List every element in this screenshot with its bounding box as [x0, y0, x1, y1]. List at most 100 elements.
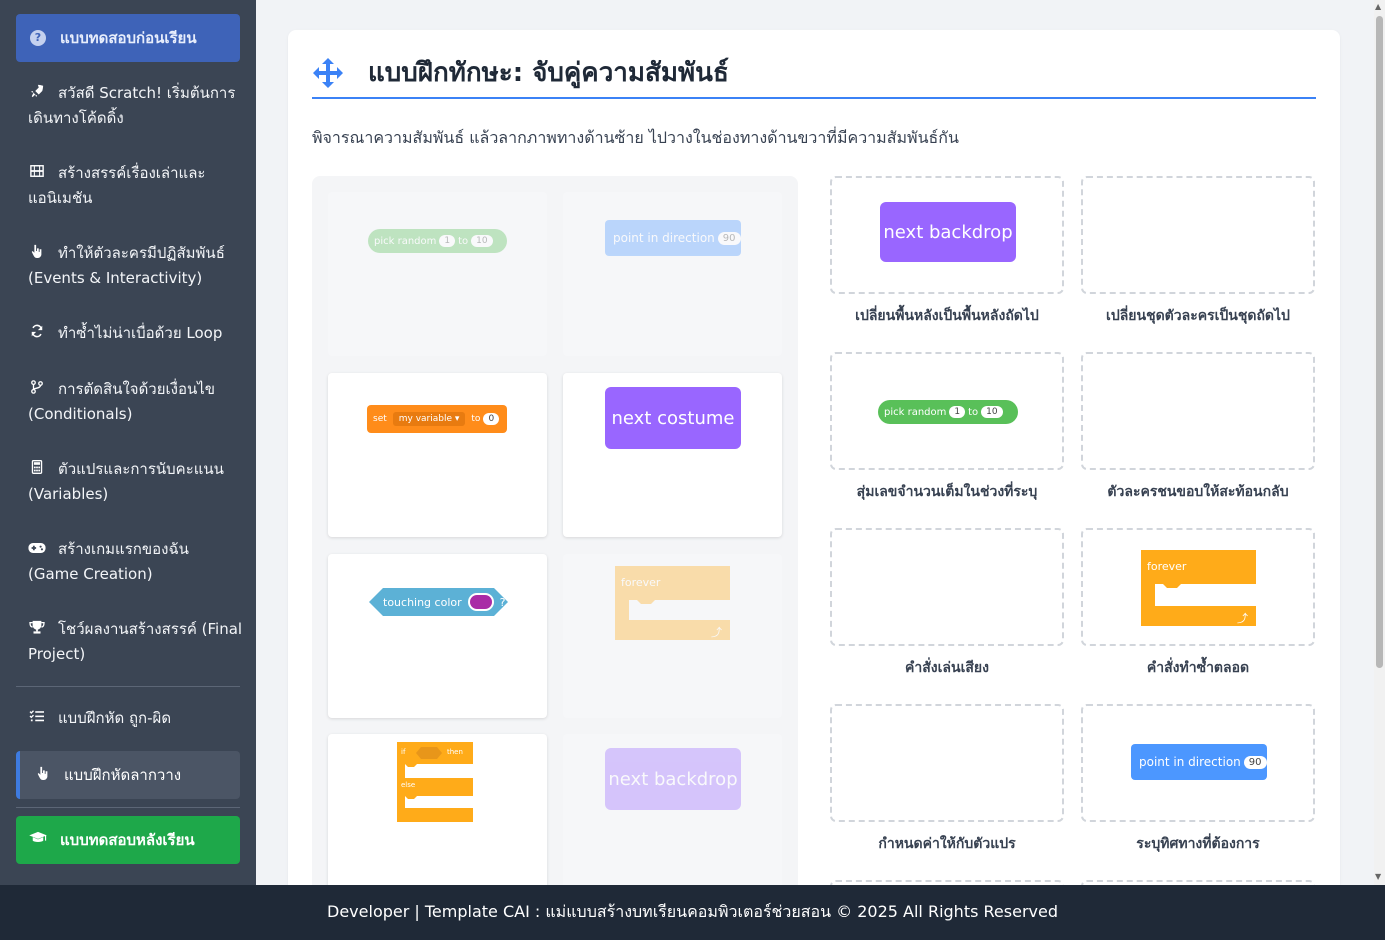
block-text: set [373, 414, 387, 424]
source-slot-if-else[interactable]: if then else [328, 734, 547, 898]
block-value: 90 [1243, 755, 1267, 769]
sidebar-item-label: การตัดสินใจด้วยเงื่อนไข (Conditionals) [28, 380, 216, 423]
pick-random-block[interactable]: pick random 1 to 10 [878, 400, 1018, 424]
page-scrollbar[interactable]: ▲ ▼ [1374, 0, 1385, 885]
block-text: to [471, 414, 481, 424]
repeat-icon [28, 322, 46, 346]
sidebar-divider [16, 686, 240, 687]
branch-icon [28, 378, 46, 402]
sidebar-item-lesson-4[interactable]: ทำซ้ำไม่น่าเบื่อด้วย Loop [28, 321, 243, 346]
block-text: point in direction [1139, 755, 1241, 769]
graduation-cap-icon [28, 831, 48, 849]
point-direction-block: point in direction 90 [605, 220, 741, 256]
page-title: แบบฝึกทักษะ: จับคู่ความสัมพันธ์ [368, 58, 729, 88]
block-text: if [401, 748, 406, 756]
drop-zone-4[interactable] [1081, 352, 1315, 470]
block-text: to [458, 235, 469, 247]
drop-zone-3[interactable]: pick random 1 to 10 [830, 352, 1064, 470]
rocket-icon [28, 82, 46, 106]
arrows-move-icon [312, 57, 344, 89]
pointer-icon [28, 242, 46, 266]
title-row: แบบฝึกทักษะ: จับคู่ความสัมพันธ์ [312, 52, 729, 93]
next-backdrop-block: next backdrop [605, 748, 741, 810]
source-slot-point-direction: point in direction 90 [563, 192, 782, 356]
loop-arrow-icon: ⤴ [1237, 612, 1248, 625]
block-text: touching color [383, 595, 462, 609]
exercise-card: แบบฝึกทักษะ: จับคู่ความสัมพันธ์ พิจารณาค… [288, 30, 1340, 936]
sidebar-item-lesson-7[interactable]: สร้างเกมแรกของฉัน (Game Creation) [28, 537, 243, 586]
sidebar-item-lesson-1[interactable]: สวัสดี Scratch! เริ่มต้นการเดินทางโค้ดดิ… [28, 81, 243, 130]
drop-zone-label: ระบุทิศทางที่ต้องการ [1136, 836, 1260, 852]
scroll-up-icon[interactable]: ▲ [1375, 2, 1381, 11]
block-text: forever [621, 576, 661, 589]
sidebar-item-lesson-6[interactable]: ตัวแปรและการนับคะแนน (Variables) [28, 457, 243, 506]
block-text: ? [499, 595, 506, 609]
next-backdrop-block[interactable]: next backdrop [880, 202, 1016, 262]
source-slot-pick-random: pick random 1 to 10 [328, 192, 547, 356]
list-check-icon [28, 707, 46, 731]
source-slot-forever: forever ⤴ [563, 554, 782, 718]
trophy-icon [28, 618, 46, 642]
block-text: point in direction [613, 231, 715, 245]
block-value: 90 [717, 231, 741, 245]
sidebar-item-lesson-2[interactable]: สร้างสรรค์เรื่องเล่าและแอนิเมชัน [28, 161, 243, 210]
sidebar-item-label: แบบฝึกหัด ถูก-ผิด [58, 709, 172, 727]
pre-test-button[interactable]: ? แบบทดสอบก่อนเรียน [16, 14, 240, 62]
drop-zone-6[interactable]: forever ⤴ [1081, 528, 1315, 646]
drop-zone-2[interactable] [1081, 176, 1315, 294]
source-panel: pick random 1 to 10 point in direction 9… [312, 176, 798, 936]
sidebar-item-label: สวัสดี Scratch! เริ่มต้นการเดินทางโค้ดดิ… [28, 84, 236, 127]
question-icon: ? [30, 30, 46, 46]
pointer-icon [34, 766, 52, 784]
forever-block[interactable]: forever ⤴ [1141, 550, 1256, 626]
post-test-label: แบบทดสอบหลังเรียน [60, 831, 195, 849]
scrollbar-thumb[interactable] [1376, 16, 1383, 668]
block-text: else [401, 781, 416, 789]
source-slot-touching-color[interactable]: touching color ? [328, 554, 547, 718]
sidebar-item-label: ทำให้ตัวละครมีปฏิสัมพันธ์ (Events & Inte… [28, 244, 225, 287]
loop-arrow-icon: ⤴ [711, 626, 722, 639]
set-variable-block[interactable]: set my variable ▾ to 0 [367, 405, 507, 433]
if-else-block[interactable]: if then else [397, 742, 473, 822]
source-slot-next-costume[interactable]: next costume [563, 373, 782, 537]
sidebar-item-lesson-5[interactable]: การตัดสินใจด้วยเงื่อนไข (Conditionals) [28, 377, 243, 426]
sidebar-item-label: สร้างสรรค์เรื่องเล่าและแอนิเมชัน [28, 164, 206, 207]
drop-zone-label: กำหนดค่าให้กับตัวแปร [878, 836, 1016, 852]
sidebar-item-true-false[interactable]: แบบฝึกหัด ถูก-ผิด [28, 706, 243, 731]
block-text: forever [1147, 560, 1187, 573]
title-underline [312, 97, 1316, 99]
sidebar-item-lesson-3[interactable]: ทำให้ตัวละครมีปฏิสัมพันธ์ (Events & Inte… [28, 241, 243, 290]
drop-zone-label: คำสั่งทำซ้ำตลอด [1146, 660, 1250, 676]
post-test-button[interactable]: แบบทดสอบหลังเรียน [16, 816, 240, 864]
drop-zone-label: เปลี่ยนชุดตัวละครเป็นชุดถัดไป [1106, 308, 1290, 324]
drop-zone-8[interactable]: point in direction 90 [1081, 704, 1315, 822]
drop-zone-7[interactable] [830, 704, 1064, 822]
point-direction-block[interactable]: point in direction 90 [1131, 744, 1267, 780]
sidebar-divider [16, 807, 240, 808]
block-value: 10 [471, 235, 493, 247]
variable-dropdown: my variable ▾ [392, 412, 466, 426]
source-slot-set-variable[interactable]: set my variable ▾ to 0 [328, 373, 547, 537]
drop-zone-5[interactable] [830, 528, 1064, 646]
instruction-text: พิจารณาความสัมพันธ์ แล้วลากภาพทางด้านซ้า… [312, 128, 959, 147]
calculator-icon [28, 458, 46, 482]
drop-zone-1[interactable]: next backdrop [830, 176, 1064, 294]
block-text: pick random [374, 235, 437, 247]
sidebar-item-label: ตัวแปรและการนับคะแนน (Variables) [28, 460, 224, 503]
next-costume-block[interactable]: next costume [605, 387, 741, 449]
block-value: 0 [483, 413, 500, 425]
pick-random-block: pick random 1 to 10 [368, 229, 507, 253]
sidebar-item-drag-drop[interactable]: แบบฝึกหัดลากวาง [16, 751, 240, 799]
pre-test-label: แบบทดสอบก่อนเรียน [60, 29, 197, 47]
sidebar-item-label: ทำซ้ำไม่น่าเบื่อด้วย Loop [58, 324, 223, 342]
drop-zone-label: เปลี่ยนพื้นหลังเป็นพื้นหลังถัดไป [855, 308, 1039, 324]
footer: Developer | Template CAI : แม่แบบสร้างบท… [0, 885, 1385, 940]
sidebar-item-lesson-8[interactable]: โชว์ผลงานสร้างสรรค์ (Final Project) [28, 617, 243, 666]
touching-color-block[interactable]: touching color ? [369, 588, 508, 616]
block-value: 1 [949, 406, 966, 418]
drop-zone-label: สุ่มเลขจำนวนเต็มในช่วงที่ระบุ [856, 484, 1038, 500]
block-value: 10 [981, 406, 1003, 418]
scroll-down-icon[interactable]: ▼ [1375, 872, 1381, 881]
film-icon [28, 162, 46, 186]
footer-text: Developer | Template CAI : แม่แบบสร้างบท… [327, 902, 1058, 921]
